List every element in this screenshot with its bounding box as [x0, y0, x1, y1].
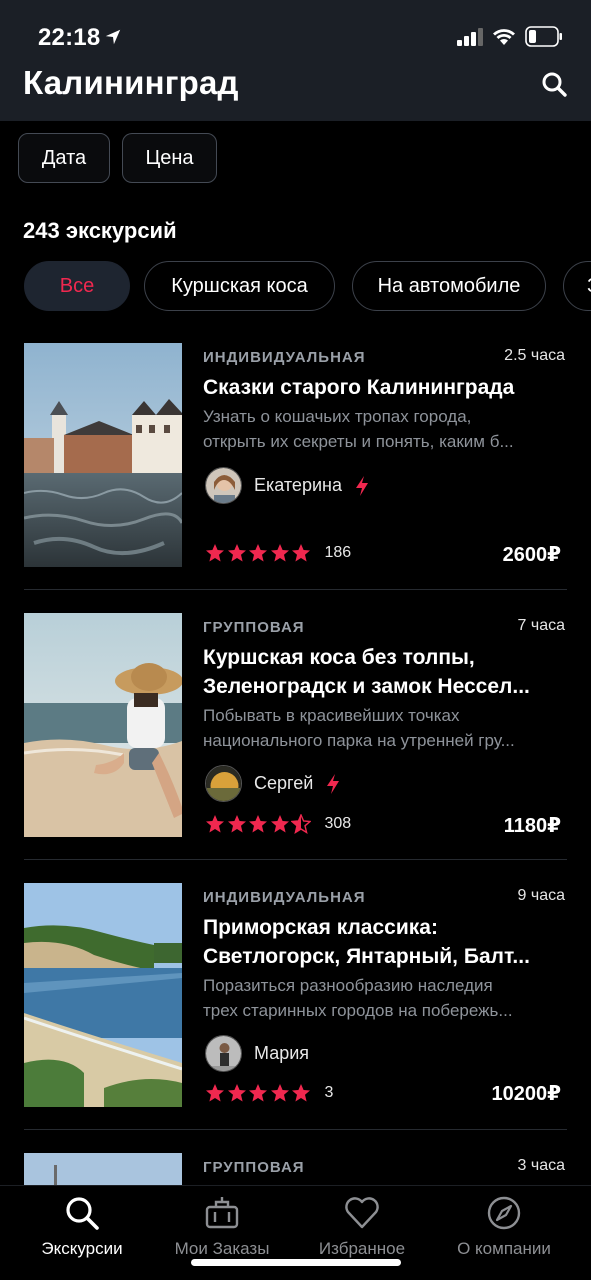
tour-photo[interactable] [24, 1153, 182, 1185]
tour-photo-beach[interactable] [24, 613, 182, 837]
tour-duration: 3 часа [517, 1157, 565, 1174]
star-icon [249, 815, 267, 833]
date-filter-button[interactable]: Дата [18, 133, 110, 183]
review-count: 308 [324, 815, 352, 832]
nav-excursions[interactable]: Экскурсии [8, 1186, 156, 1266]
cellular-signal-icon [457, 28, 483, 46]
results-count: 243 экскурсий [23, 218, 177, 243]
nav-label: Экскурсии [41, 1239, 123, 1258]
review-count: 186 [324, 544, 352, 561]
star-icon [227, 1084, 246, 1102]
guide-avatar [205, 765, 242, 802]
star-icon [292, 1084, 310, 1102]
tour-type: ГРУППОВАЯ [203, 1159, 305, 1176]
tour-card[interactable]: ГРУППОВАЯ 3 часа [0, 1153, 591, 1185]
star-icon [249, 544, 267, 562]
nav-favorites[interactable]: Избранное [288, 1186, 436, 1266]
tour-price: 10200₽ [491, 1083, 561, 1105]
tour-description: открыть их секреты и понять, каким б... [203, 432, 514, 451]
tour-duration: 2.5 часа [504, 347, 565, 364]
tour-price: 1180₽ [503, 815, 561, 837]
divider [24, 859, 567, 860]
location-arrow-icon [105, 29, 121, 45]
nav-label: О компании [457, 1239, 551, 1258]
tour-duration: 9 часа [517, 887, 565, 904]
star-icon [270, 1084, 289, 1102]
app-header: 22:18 Калининград [0, 0, 591, 121]
tour-title[interactable]: Зеленоградск и замок Нессел... [203, 672, 568, 701]
rating-stars: 186 [205, 543, 351, 563]
half-star-icon [291, 814, 311, 834]
chip-all[interactable]: Все [24, 261, 130, 311]
search-icon [66, 1197, 99, 1230]
tour-description: национального парка на утренней гру... [203, 731, 515, 750]
wifi-icon [493, 29, 515, 45]
lightning-icon [327, 773, 340, 794]
review-count: 3 [324, 1084, 334, 1101]
briefcase-icon [205, 1197, 239, 1229]
star-icon [206, 815, 224, 833]
tour-title[interactable]: Сказки старого Калининграда [203, 373, 568, 402]
nav-label: Мои Заказы [174, 1239, 270, 1258]
star-icon [292, 544, 310, 562]
guide-avatar [205, 1035, 242, 1072]
status-bar: 22:18 [0, 0, 591, 70]
guide-name: Мария [254, 1043, 310, 1063]
guide-avatar [205, 467, 242, 504]
nav-label: Избранное [318, 1239, 406, 1258]
nav-my-orders[interactable]: Мои Заказы [148, 1186, 296, 1266]
tour-description: трех старинных городов на побережь... [203, 1001, 513, 1020]
star-icon [206, 544, 224, 562]
page-title: Калининград [23, 64, 239, 101]
tour-description: Поразиться разнообразию наследия [203, 976, 493, 995]
star-icon [227, 815, 246, 833]
tour-title[interactable]: Приморская классика: [203, 913, 568, 942]
lightning-icon [355, 475, 368, 496]
tour-type: ГРУППОВАЯ [203, 619, 305, 636]
tour-title[interactable]: Куршская коса без толпы, [203, 643, 568, 672]
tour-price: 2600₽ [502, 544, 561, 566]
tour-type: ИНДИВИДУАЛЬНАЯ [203, 889, 366, 906]
nav-about-company[interactable]: О компании [430, 1186, 578, 1266]
divider [24, 1129, 567, 1130]
guide-info: Екатерина [205, 467, 370, 504]
star-icon [206, 1084, 224, 1102]
heart-icon [345, 1197, 379, 1229]
home-indicator[interactable] [191, 1259, 401, 1266]
guide-name: Екатерина [254, 475, 342, 495]
chip-by-car[interactable]: На автомобиле [352, 261, 546, 311]
tour-card[interactable]: ИНДИВИДУАЛЬНАЯ 2.5 часа Сказки старого К… [0, 343, 591, 613]
star-icon [227, 544, 246, 562]
star-icon [270, 544, 289, 562]
tour-card[interactable]: ГРУППОВАЯ 7 часа Куршская коса без толпы… [0, 613, 591, 883]
star-icon [249, 1084, 267, 1102]
guide-info: Сергей [205, 765, 341, 802]
battery-icon [525, 26, 562, 47]
compass-icon [487, 1196, 521, 1230]
rating-stars: 308 [205, 814, 351, 834]
tour-photo-coast[interactable] [24, 883, 182, 1107]
status-time: 22:18 [38, 24, 101, 51]
tour-card[interactable]: ИНДИВИДУАЛЬНАЯ 9 часа Приморская классик… [0, 883, 591, 1153]
guide-name: Сергей [254, 773, 314, 793]
divider [24, 589, 567, 590]
star-icon [270, 815, 289, 833]
rating-stars: 3 [205, 1083, 333, 1103]
search-icon[interactable] [540, 70, 570, 100]
tour-type: ИНДИВИДУАЛЬНАЯ [203, 349, 366, 366]
chip-curonian-spit[interactable]: Куршская коса [144, 261, 335, 311]
tour-description: Побывать в красивейших точках [203, 706, 460, 725]
tour-title[interactable]: Светлогорск, Янтарный, Балт... [203, 942, 568, 971]
tour-photo-fishing-village[interactable] [24, 343, 182, 567]
tour-duration: 7 часа [517, 617, 565, 634]
guide-info: Мария [205, 1035, 309, 1072]
price-filter-button[interactable]: Цена [122, 133, 217, 183]
category-chips: Все Куршская коса На автомобиле З [0, 260, 591, 312]
tour-description: Узнать о кошачьих тропах города, [203, 407, 472, 426]
chip-next[interactable]: З [563, 261, 591, 311]
